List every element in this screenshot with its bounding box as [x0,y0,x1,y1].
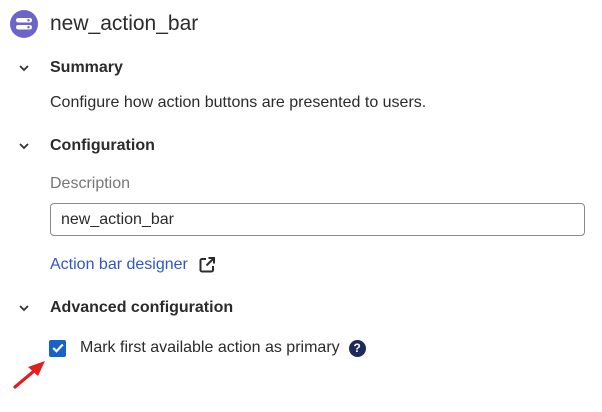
page-title: new_action_bar [50,12,199,35]
chevron-down-icon[interactable] [18,62,30,74]
advanced-section-header[interactable]: Advanced configuration [18,297,233,319]
mark-primary-label[interactable]: Mark first available action as primary [80,339,340,357]
mark-primary-checkbox[interactable] [49,339,66,357]
summary-text: Configure how action buttons are present… [50,94,427,111]
action-bar-designer-link-text[interactable]: Action bar designer [50,256,188,274]
action-bar-designer-link[interactable]: Action bar designer [50,256,216,274]
page-header: new_action_bar [10,9,198,39]
help-icon[interactable]: ? [348,339,366,357]
summary-section-header[interactable]: Summary [18,57,123,79]
summary-section-title: Summary [50,59,123,76]
annotation-arrow-icon [13,361,45,389]
configuration-section-header[interactable]: Configuration [18,135,155,157]
chevron-down-icon[interactable] [18,302,30,314]
description-label: Description [50,175,131,192]
configuration-section-title: Configuration [50,137,155,154]
external-link-icon[interactable] [198,256,216,274]
action-bar-icon [10,10,38,38]
advanced-section-title: Advanced configuration [50,299,234,316]
chevron-down-icon[interactable] [18,140,30,152]
mark-primary-option: Mark first available action as primary ? [49,337,366,359]
description-input[interactable] [50,203,585,236]
